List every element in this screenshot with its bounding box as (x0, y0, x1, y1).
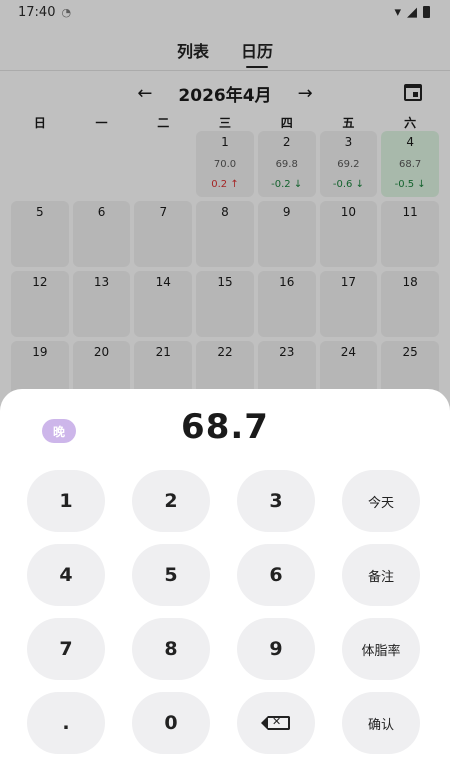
keypad-key[interactable]: 3 (237, 470, 315, 532)
backspace-icon (261, 715, 290, 730)
keypad-key[interactable]: 今天 (342, 470, 420, 532)
weight-input-sheet: 晚 68.7 123今天456备注789体脂率.0确认 (0, 389, 450, 758)
keypad-key[interactable]: 确认 (342, 692, 420, 754)
keypad-key[interactable]: 6 (237, 544, 315, 606)
keypad-key[interactable]: 2 (132, 470, 210, 532)
keypad-key[interactable]: 1 (27, 470, 105, 532)
keypad-key[interactable]: 9 (237, 618, 315, 680)
keypad-key[interactable]: 5 (132, 544, 210, 606)
keypad-key[interactable]: 7 (27, 618, 105, 680)
keypad-key[interactable]: 4 (27, 544, 105, 606)
backspace-key[interactable] (237, 692, 315, 754)
keypad-key[interactable]: 备注 (342, 544, 420, 606)
keypad-key[interactable]: . (27, 692, 105, 754)
numeric-keypad: 123 今天 456 备注 789 体脂率. 0 确认 (27, 470, 422, 754)
keypad-key[interactable]: 体脂率 (342, 618, 420, 680)
weight-value-display: 68.7 (181, 407, 269, 447)
keypad-key[interactable]: 0 (132, 692, 210, 754)
keypad-key[interactable]: 8 (132, 618, 210, 680)
